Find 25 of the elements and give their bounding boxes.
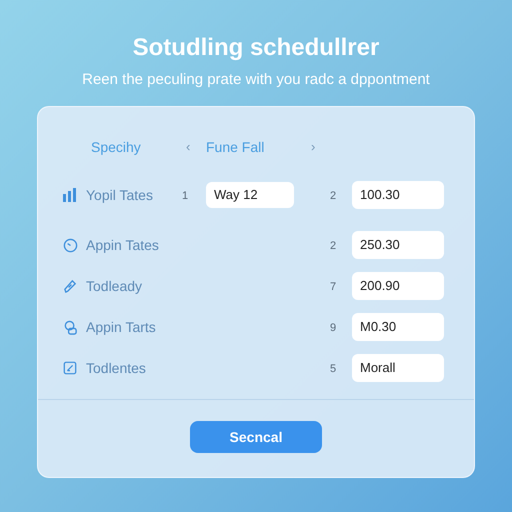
page-subtitle: Reen the peculing prate with you radc a dppontment <box>82 71 430 89</box>
input-field[interactable]: 200.90 <box>352 272 444 300</box>
input-field[interactable]: M0.30 <box>352 313 444 341</box>
input-field[interactable]: 250.30 <box>352 231 444 259</box>
input-field[interactable]: Morall <box>352 354 444 382</box>
row-label: Appin Tates <box>86 236 159 255</box>
page-title: Sotudling schedullrer <box>132 34 380 62</box>
row-number: 2 <box>330 190 336 202</box>
input-field[interactable]: 100.30 <box>352 181 444 209</box>
row-label: Todleady <box>86 276 142 296</box>
row-label: Todlentes <box>86 358 146 378</box>
row-label: Appin Tarts <box>86 318 156 337</box>
bar-chart-icon <box>62 188 78 202</box>
row-number: 9 <box>330 322 336 334</box>
edit-icon <box>63 361 77 375</box>
section-label: Specihy <box>91 138 142 157</box>
row-number: 5 <box>330 363 336 375</box>
input-field[interactable]: Way 12 <box>206 182 294 208</box>
row-number: 2 <box>330 240 336 252</box>
row-label: Yopil Tates <box>86 186 153 205</box>
month-label: Fune Fall <box>206 138 266 156</box>
pen-icon <box>62 278 78 294</box>
clock-icon <box>62 238 78 252</box>
row-number: 7 <box>330 281 336 293</box>
row-number: 1 <box>182 190 188 202</box>
